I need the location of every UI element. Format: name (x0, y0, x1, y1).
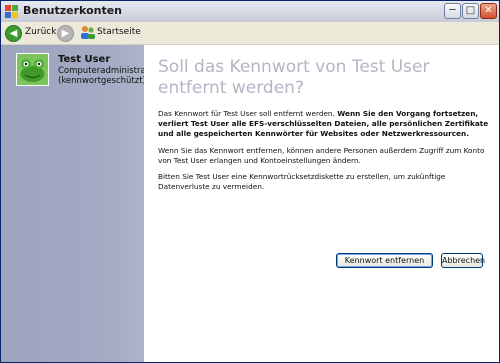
toolbar: ◀ Zurück ▶ Startseite (1, 22, 499, 45)
close-button[interactable]: ✕ (480, 3, 497, 19)
reset-disk-paragraph: Bitten Sie Test User eine Kennwortrückse… (158, 172, 446, 191)
home-label: Startseite (97, 27, 141, 37)
user-avatar (16, 53, 49, 86)
minimize-button[interactable]: ─ (444, 3, 461, 19)
access-paragraph: Wenn Sie das Kennwort entfernen, können … (158, 146, 485, 165)
remove-password-button[interactable]: Kennwort entfernen (336, 253, 433, 268)
frog-avatar-icon (17, 54, 48, 85)
cancel-button[interactable]: Abbrechen (441, 253, 485, 268)
back-arrow-icon: ◀ (5, 25, 22, 42)
maximize-icon: □ (465, 5, 476, 16)
minimize-icon: ─ (449, 5, 456, 16)
user-name: Test User (58, 54, 111, 65)
user-role: Computeradministrator (58, 66, 158, 76)
user-accounts-window: Benutzerkonten ─ □ ✕ ◀ Zurück ▶ Startsei… (0, 0, 500, 363)
warning-paragraph: Das Kennwort für Test User soll entfernt… (158, 109, 490, 139)
maximize-button[interactable]: □ (462, 3, 479, 19)
user-password-status: (kennwortgeschützt) (58, 76, 146, 86)
title-bar[interactable]: Benutzerkonten ─ □ ✕ (1, 1, 499, 23)
warning-intro-text: Das Kennwort für Test User soll entfernt… (158, 109, 338, 118)
close-icon: ✕ (484, 5, 493, 16)
window-title: Benutzerkonten (23, 4, 123, 17)
main-content: Soll das Kennwort von Test User entfernt… (144, 45, 499, 362)
back-label: Zurück (25, 27, 57, 37)
user-accounts-app-icon (5, 5, 18, 18)
page-heading: Soll das Kennwort von Test User entfernt… (158, 57, 430, 98)
user-info-pane: Test User Computeradministrator (kennwor… (1, 45, 158, 362)
users-home-icon (81, 26, 95, 39)
forward-arrow-icon[interactable]: ▶ (57, 25, 74, 42)
